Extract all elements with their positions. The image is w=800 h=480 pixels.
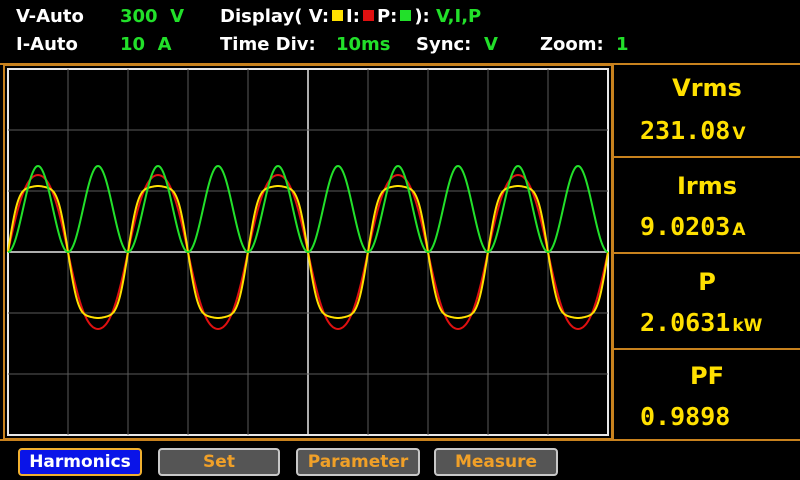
waveform-display: [3, 64, 613, 440]
irms-label: Irms: [676, 172, 738, 200]
pf-label: PF: [690, 362, 724, 390]
voltage-range-value: 300 V: [120, 6, 185, 27]
vrms-unit: V: [732, 124, 746, 144]
set-button[interactable]: Set: [158, 448, 280, 476]
parameter-button[interactable]: Parameter: [296, 448, 420, 476]
power-panel: P 2.0631 kW: [612, 254, 800, 350]
display-prefix: Display( V:: [220, 6, 330, 27]
voltage-color-swatch: [332, 10, 344, 21]
waveform-canvas: [7, 68, 609, 436]
irms-panel: Irms 9.0203 A: [612, 158, 800, 254]
vrms-value: 231.08 V: [640, 116, 746, 145]
display-suffix: ):: [414, 6, 430, 27]
display-i-label: I:: [346, 6, 360, 27]
sync-label: Sync:: [416, 34, 472, 55]
current-range-value: 10 A: [120, 34, 172, 55]
pf-value: 0.9898: [640, 402, 731, 431]
display-value: V,I,P: [436, 6, 482, 27]
time-div-value: 10ms: [336, 34, 391, 55]
display-p-label: P:: [376, 6, 398, 27]
power-value: 2.0631 kW: [640, 308, 763, 337]
pf-panel: PF 0.9898: [612, 350, 800, 440]
power-unit: kW: [732, 316, 763, 336]
zoom-label: Zoom:: [540, 34, 604, 55]
time-div-label: Time Div:: [220, 34, 316, 55]
sync-value: V: [484, 34, 498, 55]
power-color-swatch: [400, 10, 412, 21]
current-color-swatch: [362, 10, 374, 21]
irms-unit: A: [732, 220, 746, 240]
display-selection: Display( V: I: P:): V,I,P: [220, 6, 481, 28]
measure-button[interactable]: Measure: [434, 448, 558, 476]
vrms-label: Vrms: [672, 74, 742, 102]
irms-value: 9.0203 A: [640, 212, 746, 241]
power-label: P: [698, 268, 716, 296]
zoom-value: 1: [616, 34, 629, 55]
vrms-panel: Vrms 231.08 V: [612, 64, 800, 158]
current-range-label: I-Auto: [16, 34, 78, 55]
voltage-range-label: V-Auto: [16, 6, 84, 27]
harmonics-button[interactable]: Harmonics: [18, 448, 142, 476]
